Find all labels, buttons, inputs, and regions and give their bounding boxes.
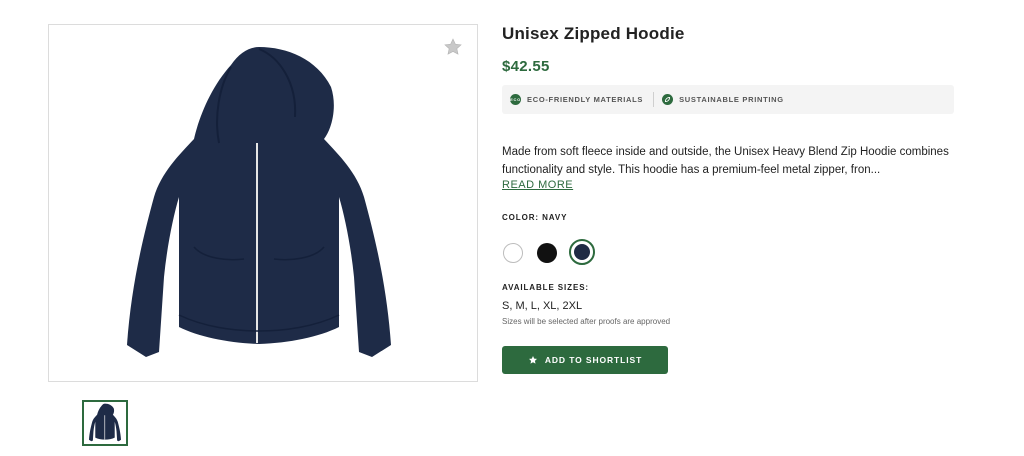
sizes-note: Sizes will be selected after proofs are … xyxy=(502,317,671,326)
product-price: $42.55 xyxy=(502,58,550,75)
eco-friendly-label: ECO-FRIENDLY MATERIALS xyxy=(527,95,644,104)
product-title: Unisex Zipped Hoodie xyxy=(502,24,685,43)
read-more-link[interactable]: READ MORE xyxy=(502,179,573,191)
navy-swatch-fill xyxy=(574,244,590,260)
star-favorite-icon[interactable] xyxy=(443,37,463,57)
sustainable-printing-label: SUSTAINABLE PRINTING xyxy=(679,95,784,104)
sustainable-printing-badge: SUSTAINABLE PRINTING xyxy=(654,94,784,105)
product-thumbnail[interactable] xyxy=(82,400,128,446)
leaf-icon xyxy=(662,94,674,105)
color-swatch-navy[interactable] xyxy=(569,239,595,265)
sizes-label: AVAILABLE SIZES: xyxy=(502,283,589,292)
product-description: Made from soft fleece inside and outside… xyxy=(502,146,949,176)
color-swatch-white[interactable] xyxy=(503,243,523,263)
available-sizes: S, M, L, XL, 2XL xyxy=(502,300,583,312)
feature-badges: ECO ECO-FRIENDLY MATERIALS SUSTAINABLE P… xyxy=(502,85,954,114)
eco-icon: ECO xyxy=(510,94,521,105)
product-image xyxy=(127,47,391,357)
star-icon xyxy=(528,356,537,364)
eco-friendly-badge: ECO ECO-FRIENDLY MATERIALS xyxy=(502,94,643,105)
color-swatch-black[interactable] xyxy=(537,243,557,263)
color-label: COLOR: NAVY xyxy=(502,213,568,222)
hoodie-thumbnail-image xyxy=(88,403,122,442)
add-to-shortlist-label: ADD TO SHORTLIST xyxy=(544,355,643,365)
add-to-shortlist-button[interactable]: ADD TO SHORTLIST xyxy=(502,346,668,374)
product-image-frame xyxy=(48,24,478,382)
